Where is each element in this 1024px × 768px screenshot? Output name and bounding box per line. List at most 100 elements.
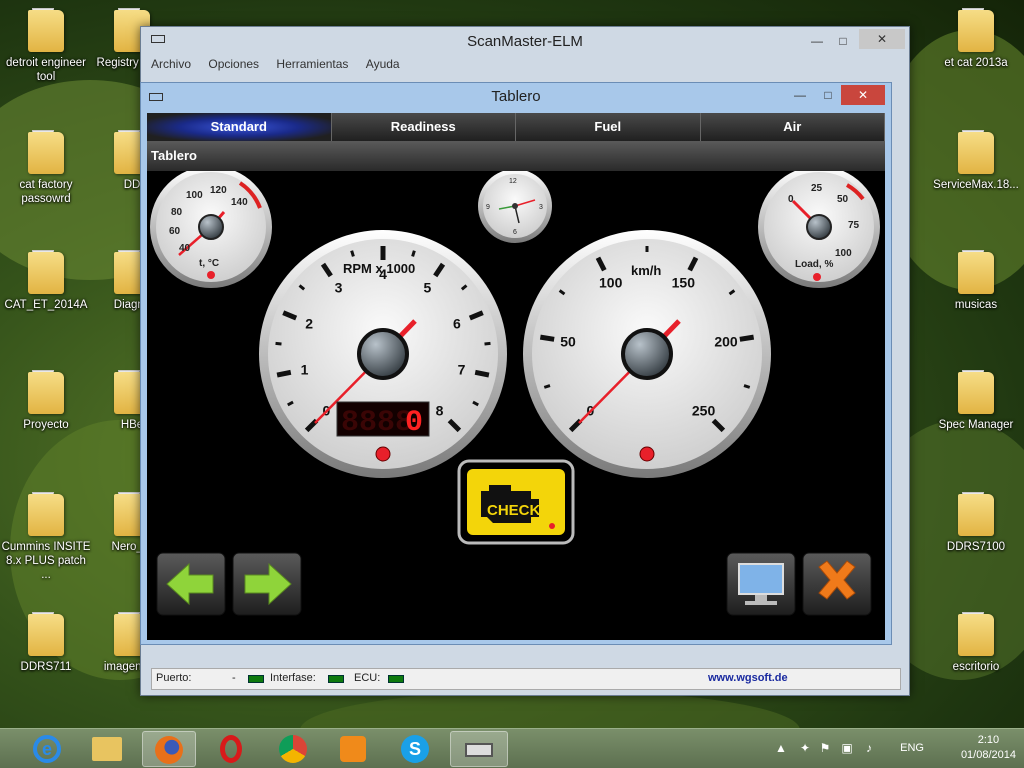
temp-tick: 40: [179, 243, 191, 254]
folder-icon: [92, 737, 122, 761]
media-taskbar-button[interactable]: [326, 731, 380, 767]
close-button[interactable]: ✕: [859, 29, 905, 49]
tab-air[interactable]: Air: [701, 113, 885, 141]
desktop-icon[interactable]: DDRS711: [0, 610, 92, 674]
rpm-tick-label: 6: [453, 315, 461, 331]
desktop-icon[interactable]: escritorio: [930, 610, 1022, 674]
load-gauge: 0 25 50 75 100 Load, %: [758, 171, 880, 288]
desktop-icon[interactable]: detroit engineer tool: [0, 6, 92, 84]
clock-gauge: 12 3 6 9: [478, 171, 552, 243]
dash-chip-icon: [149, 93, 163, 101]
tab-fuel[interactable]: Fuel: [516, 113, 701, 141]
desktop-icon[interactable]: Spec Manager: [930, 368, 1022, 432]
folder-icon: [26, 128, 66, 174]
chevron-up-icon[interactable]: ▲: [774, 741, 788, 755]
desktop-icon[interactable]: CAT_ET_2014A: [0, 248, 92, 312]
opera-taskbar-button[interactable]: [204, 731, 258, 767]
maximize-button[interactable]: □: [831, 31, 855, 51]
speed-gauge: km/h 050100150200250: [523, 230, 771, 478]
puerto-label: Puerto:: [156, 672, 192, 684]
rpm-tick-label: 1: [301, 362, 309, 378]
speed-tick-label: 150: [672, 275, 696, 291]
dash-close-button[interactable]: ✕: [841, 85, 885, 105]
dash-maximize-button[interactable]: □: [817, 85, 839, 105]
speed-tick-label: 250: [692, 403, 716, 419]
desktop-icon[interactable]: Proyecto: [0, 368, 92, 432]
speed-tick-label: 100: [599, 275, 623, 291]
skype-icon: S: [401, 735, 429, 763]
clock-time: 2:10: [977, 734, 1000, 746]
desktop-icon[interactable]: et cat 2013a: [930, 6, 1022, 70]
app-icon: [956, 6, 996, 52]
speaker-icon[interactable]: ♪: [862, 741, 876, 755]
desktop-icon-label: escritorio: [952, 661, 1000, 673]
minimize-button[interactable]: —: [805, 31, 829, 51]
monitor-icon: [738, 563, 784, 595]
rpm-digital-bg: 8888: [341, 406, 413, 440]
desktop-icon[interactable]: musicas: [930, 248, 1022, 312]
rpm-tick-mark: [276, 369, 292, 378]
app-chip-icon: [151, 35, 165, 43]
desktop-icon-label: Spec Manager: [938, 419, 1014, 431]
desktop-icon[interactable]: ServiceMax.18...: [930, 128, 1022, 192]
temp-warning-led: [207, 271, 215, 279]
folder-icon: [26, 248, 66, 294]
explorer-taskbar-button[interactable]: [80, 731, 134, 767]
menu-opciones[interactable]: Opciones: [208, 57, 259, 71]
folder-icon: [26, 610, 66, 656]
tab-readiness[interactable]: Readiness: [332, 113, 516, 141]
clock[interactable]: 2:10 01/08/2014: [961, 733, 1016, 763]
load-warning-led: [813, 273, 821, 281]
language-indicator[interactable]: ENG: [900, 742, 924, 754]
website-link[interactable]: www.wgsoft.de: [708, 672, 788, 684]
section-title: Tablero: [147, 141, 885, 171]
speed-tick-mark: [543, 384, 551, 389]
app-icon: [956, 128, 996, 174]
folder-icon: [26, 368, 66, 414]
menu-herramientas[interactable]: Herramientas: [276, 57, 348, 71]
tab-standard[interactable]: Standard: [147, 113, 332, 141]
menu-ayuda[interactable]: Ayuda: [366, 57, 400, 71]
load-tick: 0: [788, 194, 794, 205]
temp-tick: 80: [171, 207, 183, 218]
back-button[interactable]: [156, 552, 226, 616]
desktop-icon[interactable]: cat factory passowrd: [0, 128, 92, 206]
network-tray-icon[interactable]: ✦: [798, 741, 812, 755]
app-icon: [956, 490, 996, 536]
opera-icon: [220, 735, 242, 763]
rpm-tick-label: 5: [424, 279, 432, 295]
monitor-tray-icon[interactable]: ▣: [840, 741, 854, 755]
forward-button[interactable]: [232, 552, 302, 616]
rpm-gauge: RPM x 1000 012345678 8888 0: [259, 230, 507, 478]
clock-num-9: 9: [486, 204, 490, 211]
dash-window-title: Tablero: [491, 88, 541, 105]
desktop-icon-label: DDRS7100: [946, 541, 1006, 553]
ie-taskbar-button[interactable]: e: [20, 731, 74, 767]
dash-minimize-button[interactable]: —: [789, 85, 811, 105]
rpm-digital-value: 0: [405, 406, 423, 440]
desktop-icon[interactable]: DDRS7100: [930, 490, 1022, 554]
status-bar: Puerto: - Interfase: ECU: www.wgsoft.de: [151, 668, 901, 690]
skype-taskbar-button[interactable]: S: [388, 731, 442, 767]
flag-icon[interactable]: ⚑: [818, 741, 832, 755]
scanmaster-taskbar-button[interactable]: [450, 731, 508, 767]
menu-archivo[interactable]: Archivo: [151, 57, 191, 71]
speed-tick-mark: [539, 334, 555, 342]
menu-bar: Archivo Opciones Herramientas Ayuda: [151, 57, 414, 79]
folder-icon: [26, 6, 66, 52]
chrome-taskbar-button[interactable]: [266, 731, 320, 767]
temp-gauge: 40 60 80 100 120 140 t, °C: [150, 171, 272, 288]
firefox-taskbar-button[interactable]: [142, 731, 196, 767]
rpm-tick-label: 2: [305, 315, 313, 331]
rpm-tick-mark: [350, 250, 355, 257]
desktop-icon-label: DDRS711: [20, 661, 72, 673]
rpm-tick-label: 3: [335, 279, 343, 295]
exit-button[interactable]: [802, 552, 872, 616]
tab-bar: Standard Readiness Fuel Air: [147, 113, 885, 141]
desktop-icon[interactable]: Cummins INSITE 8.x PLUS patch ...: [0, 490, 92, 582]
temp-tick: 140: [231, 197, 248, 208]
desktop-icon-label: detroit engineer tool: [6, 57, 86, 83]
desktop-icon-label: Cummins INSITE 8.x PLUS patch ...: [1, 541, 91, 581]
speed-tick-label: 200: [714, 333, 738, 349]
monitor-button[interactable]: [726, 552, 796, 616]
